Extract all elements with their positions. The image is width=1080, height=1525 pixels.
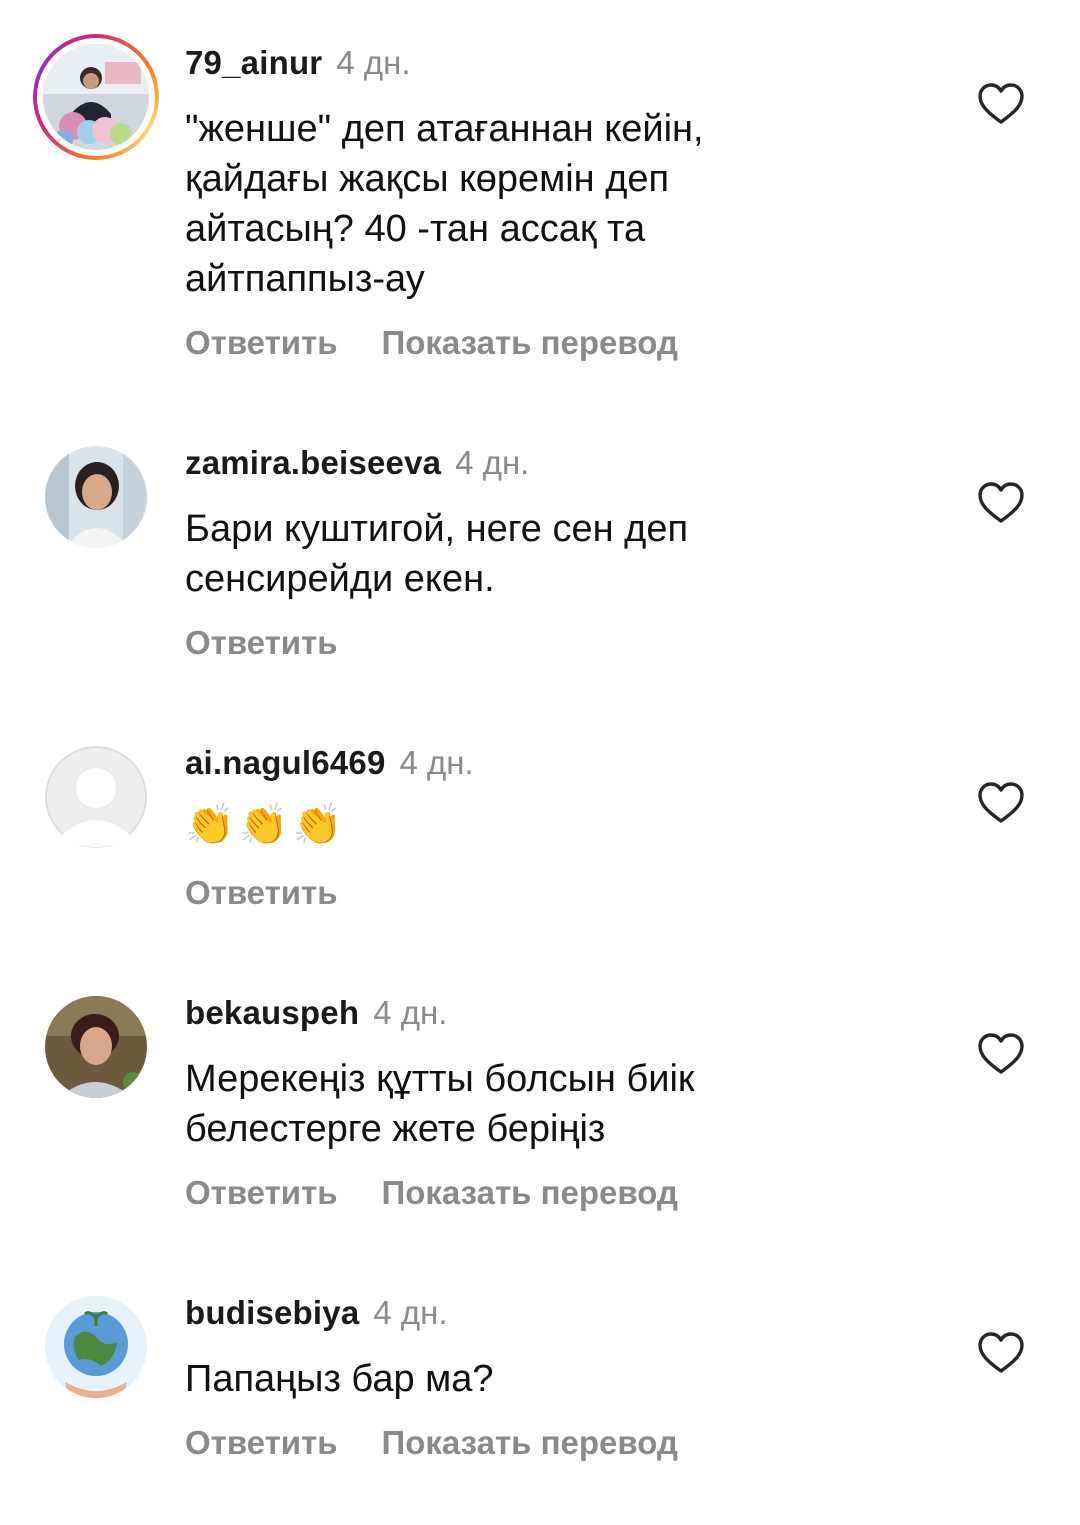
- comment-item: bekauspeh 4 дн. Мерекеңіз құтты болсын би…: [0, 950, 1080, 1250]
- avatar[interactable]: [45, 446, 147, 548]
- show-translation-button[interactable]: Показать перевод: [382, 1174, 678, 1211]
- comment-text: Папаңыз бар ма?: [185, 1358, 494, 1400]
- comment-item: budisebiya 4 дн. Папаңыз бар ма? Ответить…: [0, 1250, 1080, 1525]
- comment-time: 4 дн.: [373, 994, 448, 1031]
- username[interactable]: bekauspeh: [185, 994, 359, 1031]
- show-translation-button[interactable]: Показать перевод: [382, 324, 678, 361]
- username[interactable]: 79_ainur: [185, 44, 322, 81]
- comment-time: 4 дн.: [399, 744, 474, 781]
- username[interactable]: budisebiya: [185, 1294, 359, 1331]
- comment-text: "женше" деп атағаннан кейін, қайдағы жақ…: [185, 108, 704, 300]
- show-translation-button[interactable]: Показать перевод: [382, 1424, 678, 1461]
- comment-item: ai.nagul6469 4 дн. 👏👏👏 Ответить: [0, 700, 1080, 950]
- avatar[interactable]: [45, 996, 147, 1098]
- heart-outline-icon[interactable]: [977, 781, 1025, 825]
- username[interactable]: ai.nagul6469: [185, 744, 386, 781]
- heart-outline-icon[interactable]: [977, 1032, 1025, 1076]
- comment-item: 79_ainur 4 дн. "женше" деп атағаннан кейі…: [0, 0, 1080, 400]
- avatar[interactable]: [45, 1296, 147, 1398]
- reply-button[interactable]: Ответить: [185, 1424, 338, 1461]
- heart-outline-icon[interactable]: [977, 1331, 1025, 1375]
- comment-item: zamira.beiseeva 4 дн. Бари куштигой, неге…: [0, 400, 1080, 700]
- comment-time: 4 дн.: [336, 44, 411, 81]
- reply-button[interactable]: Ответить: [185, 624, 338, 661]
- reply-button[interactable]: Ответить: [185, 324, 338, 361]
- comment-text: Бари куштигой, неге сен деп сенсирейди е…: [185, 508, 689, 600]
- comment-text: Мерекеңіз құтты болсын биік белестерге ж…: [185, 1058, 695, 1150]
- comment-text: 👏👏👏: [185, 803, 347, 847]
- reply-button[interactable]: Ответить: [185, 874, 338, 911]
- comment-time: 4 дн.: [373, 1294, 448, 1331]
- story-ring[interactable]: [33, 34, 159, 160]
- avatar[interactable]: [43, 44, 149, 150]
- comment-time: 4 дн.: [455, 444, 530, 481]
- heart-outline-icon[interactable]: [977, 82, 1025, 126]
- username[interactable]: zamira.beiseeva: [185, 444, 441, 481]
- reply-button[interactable]: Ответить: [185, 1174, 338, 1211]
- default-user-icon[interactable]: [45, 746, 147, 848]
- heart-outline-icon[interactable]: [977, 481, 1025, 525]
